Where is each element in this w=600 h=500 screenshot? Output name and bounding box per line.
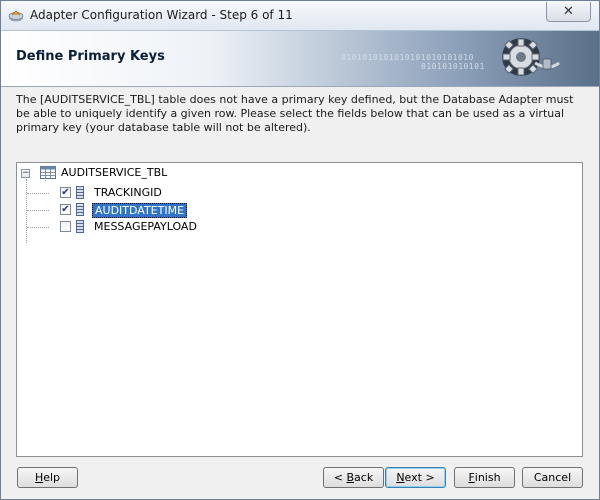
cancel-button[interactable]: Cancel bbox=[522, 467, 583, 488]
window-title: Adapter Configuration Wizard - Step 6 of… bbox=[30, 8, 293, 22]
finish-label: inish bbox=[474, 471, 501, 484]
help-mnemonic: H bbox=[34, 471, 44, 484]
back-mnemonic: B bbox=[346, 471, 355, 484]
back-label: ack bbox=[354, 471, 374, 484]
page-title: Define Primary Keys bbox=[16, 49, 165, 64]
adapter-app-icon bbox=[8, 10, 24, 22]
next-button[interactable]: Next > bbox=[385, 467, 446, 488]
binary-decoration-2: 010101010101 bbox=[421, 62, 485, 71]
help-label: elp bbox=[43, 471, 61, 484]
checkmark-icon: ✔ bbox=[61, 186, 70, 198]
tree-connector-line bbox=[27, 227, 49, 228]
column-icon bbox=[76, 186, 84, 199]
next-label: ext > bbox=[404, 471, 435, 484]
column-label-trackingid[interactable]: TRACKINGID bbox=[92, 186, 164, 199]
tree-connector-line bbox=[26, 179, 27, 243]
tree-connector-line bbox=[27, 210, 49, 211]
column-icon bbox=[76, 203, 84, 216]
trackingid-checkbox[interactable]: ✔ bbox=[60, 187, 71, 198]
close-icon: ✕ bbox=[563, 4, 574, 19]
wizard-window: Adapter Configuration Wizard - Step 6 of… bbox=[0, 0, 600, 500]
cancel-label: Cancel bbox=[533, 471, 572, 484]
instructions-text: The [AUDITSERVICE_TBL] table does not ha… bbox=[16, 93, 574, 134]
next-mnemonic: N bbox=[396, 471, 405, 484]
tree-connector-line bbox=[27, 193, 49, 194]
column-label-auditdatetime[interactable]: AUDITDATETIME bbox=[92, 203, 188, 218]
table-node-label[interactable]: AUDITSERVICE_TBL bbox=[59, 166, 169, 179]
wizard-header: Define Primary Keys 01010101010101010101… bbox=[1, 31, 599, 87]
table-icon bbox=[40, 166, 56, 179]
gear-icon bbox=[502, 38, 560, 76]
auditdatetime-checkbox[interactable]: ✔ bbox=[60, 204, 71, 215]
minus-icon: − bbox=[22, 168, 30, 178]
finish-button[interactable]: Finish bbox=[454, 467, 515, 488]
primary-key-tree[interactable]: − AUDITSERVICE_TBL ✔ TRACKINGID ✔ AUDITD… bbox=[16, 162, 583, 457]
close-button[interactable]: ✕ bbox=[546, 2, 591, 22]
column-label-messagepayload[interactable]: MESSAGEPAYLOAD bbox=[92, 220, 199, 233]
back-button[interactable]: < Back bbox=[323, 467, 384, 488]
back-prefix: < bbox=[333, 471, 347, 484]
collapse-toggle[interactable]: − bbox=[21, 169, 30, 178]
messagepayload-checkbox[interactable] bbox=[60, 221, 71, 232]
help-button[interactable]: Help bbox=[17, 467, 78, 488]
binary-decoration: 0101010101010101010101010 bbox=[341, 53, 474, 62]
checkmark-icon: ✔ bbox=[61, 203, 70, 215]
title-bar[interactable]: Adapter Configuration Wizard - Step 6 of… bbox=[1, 1, 599, 31]
column-icon bbox=[76, 220, 84, 233]
